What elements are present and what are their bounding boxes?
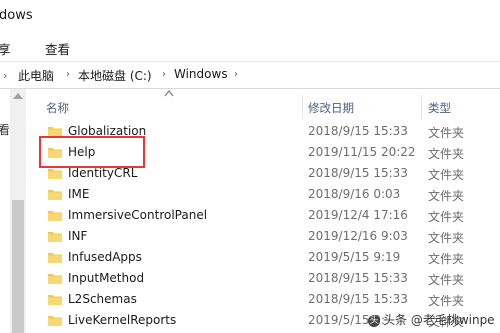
- highlight-box: [39, 136, 145, 168]
- file-name: IdentityCRL: [68, 166, 138, 180]
- watermark-text: 头条 @老毛桃winpe: [383, 313, 495, 327]
- file-type: 文件夹: [428, 273, 465, 287]
- file-name: INF: [68, 229, 88, 243]
- chevron-right-icon[interactable]: ›: [3, 69, 7, 82]
- folder-icon: [48, 295, 62, 305]
- column-header-type[interactable]: 类型: [428, 100, 451, 116]
- file-name: LiveKernelReports: [68, 313, 177, 327]
- table-row[interactable]: InputMethod 2018/9/15 15:33 文件夹: [40, 268, 500, 289]
- breadcrumb-this-pc[interactable]: 此电脑: [18, 67, 54, 84]
- folder-icon: [48, 211, 62, 221]
- table-row[interactable]: INF 2019/12/16 9:03 文件夹: [40, 226, 500, 247]
- file-type: 文件夹: [428, 126, 465, 140]
- column-divider[interactable]: [421, 95, 422, 119]
- file-date: 2018/9/15 15:33: [308, 124, 408, 138]
- folder-icon: [48, 253, 62, 263]
- folder-icon: [48, 274, 62, 284]
- file-name: InputMethod: [68, 271, 145, 285]
- folder-icon: [48, 316, 62, 326]
- breadcrumb-local-disk[interactable]: 本地磁盘 (C:): [78, 67, 152, 84]
- file-date: 2018/9/16 0:03: [308, 187, 401, 201]
- file-date: 2019/12/16 9:03: [308, 229, 408, 243]
- folder-icon: [48, 169, 62, 179]
- chevron-right-icon[interactable]: ›: [234, 69, 238, 80]
- table-row[interactable]: InfusedApps 2019/5/15 9:19 文件夹: [40, 247, 500, 268]
- file-name: IME: [68, 187, 90, 201]
- column-divider[interactable]: [302, 95, 303, 119]
- tab-view[interactable]: 查看: [45, 39, 70, 58]
- file-type: 文件夹: [428, 231, 465, 245]
- file-type: 文件夹: [428, 189, 465, 203]
- table-row[interactable]: ImmersiveControlPanel 2019/12/4 17:16 文件夹: [40, 205, 500, 226]
- column-header-row: 名称 修改日期 类型: [0, 95, 500, 119]
- title-bar: dows: [0, 0, 500, 33]
- folder-icon: [48, 190, 62, 200]
- file-date: 2018/9/15 15:33: [308, 292, 408, 306]
- folder-icon: [48, 232, 62, 242]
- file-date: 2019/11/15 20:22: [308, 145, 416, 159]
- column-header-name[interactable]: 名称: [46, 100, 69, 116]
- chevron-right-icon[interactable]: ›: [162, 69, 166, 80]
- file-name: ImmersiveControlPanel: [68, 208, 208, 222]
- file-date: 2018/9/15 15:33: [308, 271, 408, 285]
- file-name: L2Schemas: [68, 292, 137, 306]
- ribbon-tabs: 享 查看: [0, 33, 500, 62]
- file-type: 文件夹: [428, 294, 465, 308]
- file-name: InfusedApps: [68, 250, 142, 264]
- window-title: dows: [0, 8, 33, 23]
- table-row[interactable]: IME 2018/9/16 0:03 文件夹: [40, 184, 500, 205]
- file-date: 2019/12/4 17:16: [308, 208, 408, 222]
- file-type: 文件夹: [428, 168, 465, 182]
- scrollbar-thumb[interactable]: [12, 200, 24, 333]
- file-date: 2018/9/15 15:33: [308, 166, 408, 180]
- file-type: 文件夹: [428, 210, 465, 224]
- breadcrumb-windows[interactable]: Windows: [174, 67, 228, 81]
- file-type: 文件夹: [428, 147, 465, 161]
- file-date: 2019/5/15 9:19: [308, 250, 401, 264]
- file-type: 文件夹: [428, 252, 465, 266]
- toutiao-logo-icon: 头: [368, 314, 380, 327]
- column-header-date[interactable]: 修改日期: [308, 100, 354, 116]
- watermark: 头头条 @老毛桃winpe: [368, 311, 495, 328]
- breadcrumb[interactable]: › 此电脑 › 本地磁盘 (C:) › Windows ›: [0, 62, 500, 89]
- table-row[interactable]: L2Schemas 2018/9/15 15:33 文件夹: [40, 289, 500, 310]
- chevron-right-icon[interactable]: ›: [66, 69, 70, 80]
- tab-share[interactable]: 享: [0, 39, 11, 58]
